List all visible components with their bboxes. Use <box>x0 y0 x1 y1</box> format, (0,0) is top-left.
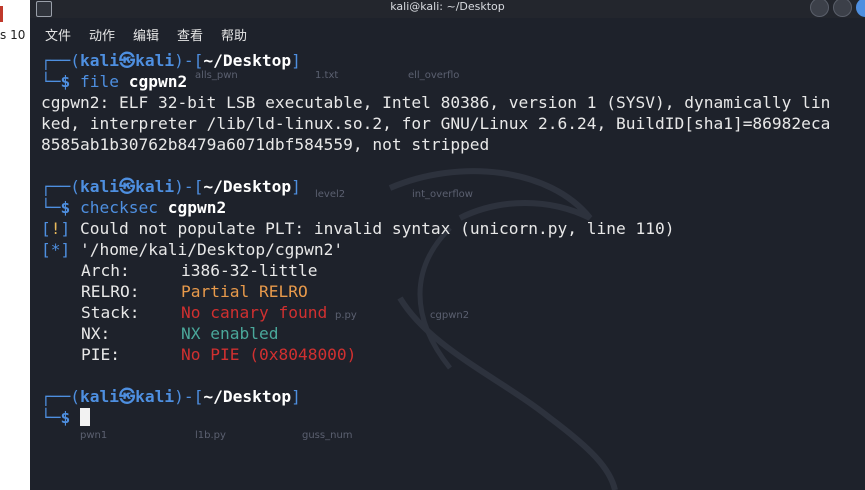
checksec-stack-value: No canary found <box>181 303 328 322</box>
red-marker <box>0 6 3 22</box>
checksec-stack-key: Stack: <box>81 303 140 322</box>
menu-view[interactable]: 查看 <box>177 25 203 44</box>
menu-edit[interactable]: 编辑 <box>133 25 159 44</box>
output-line: 8585ab1b30762b8479a6071dbf584559, not st… <box>41 135 490 154</box>
checksec-arch-value: i386-32-little <box>181 261 318 280</box>
output-line: cgpwn2: ELF 32-bit LSB executable, Intel… <box>41 93 831 112</box>
desktop-icon-label: guss_num <box>302 430 353 441</box>
desktop-icon-label: ell_overflo <box>408 70 460 81</box>
checksec-arch-key: Arch: <box>81 261 130 280</box>
terminal-window: kali@kali: ~/Desktop 文件 动作 编辑 查看 帮助 alls… <box>30 0 865 490</box>
command-arg: cgpwn2 <box>167 198 227 217</box>
checksec-nx-value: NX enabled <box>181 324 279 343</box>
checksec-pie-key: PIE: <box>81 345 120 364</box>
command-name: file <box>80 72 119 91</box>
menu-help[interactable]: 帮助 <box>221 25 247 44</box>
command-arg: cgpwn2 <box>128 72 188 91</box>
warning-line: [!] Could not populate PLT: invalid synt… <box>41 219 675 238</box>
prompt-line: ┌──(kali㉿kali)-[~/Desktop] <box>41 51 301 70</box>
prompt-line: ┌──(kali㉿kali)-[~/Desktop] <box>41 387 301 406</box>
title-bar[interactable]: kali@kali: ~/Desktop <box>30 0 865 18</box>
background-text-fragment: s 10 <box>0 28 26 42</box>
desktop-icon-label: int_overflow <box>412 189 473 200</box>
checksec-relro-key: RELRO: <box>81 282 140 301</box>
menu-actions[interactable]: 动作 <box>89 25 115 44</box>
window-title: kali@kali: ~/Desktop <box>390 0 505 13</box>
menu-bar: 文件 动作 编辑 查看 帮助 <box>30 18 865 48</box>
desktop-icon-label: level2 <box>315 189 346 200</box>
terminal-area[interactable]: alls_pwn 1.txt ell_overflo level2 int_ov… <box>30 48 865 490</box>
desktop-icon-label: pwn1 <box>80 430 108 441</box>
info-line: [*] '/home/kali/Desktop/cgpwn2' <box>41 240 344 259</box>
text-cursor <box>80 408 90 426</box>
command-name: checksec <box>80 198 158 217</box>
desktop-icon-label: l1b.py <box>195 430 226 441</box>
close-button[interactable] <box>856 0 865 17</box>
desktop-icon-label: 1.txt <box>315 70 339 81</box>
command-line: └─$ checksec cgpwn2 <box>41 198 227 217</box>
checksec-relro-value: Partial RELRO <box>181 282 308 301</box>
desktop-icon-label: alls_pwn <box>195 70 238 81</box>
output-line: ked, interpreter /lib/ld-linux.so.2, for… <box>41 114 831 133</box>
menu-file[interactable]: 文件 <box>45 25 71 44</box>
checksec-pie-value: No PIE (0x8048000) <box>181 345 357 364</box>
minimize-button[interactable] <box>810 0 829 17</box>
desktop-icon-label: p.py <box>335 310 357 321</box>
input-line[interactable]: └─$ <box>41 407 90 428</box>
background-window-strip: s 10 <box>0 0 30 490</box>
checksec-nx-key: NX: <box>81 324 111 343</box>
desktop-icon-label: cgpwn2 <box>430 310 470 321</box>
maximize-button[interactable] <box>833 0 852 17</box>
command-line: └─$ file cgpwn2 <box>41 72 188 91</box>
prompt-line: ┌──(kali㉿kali)-[~/Desktop] <box>41 177 301 196</box>
